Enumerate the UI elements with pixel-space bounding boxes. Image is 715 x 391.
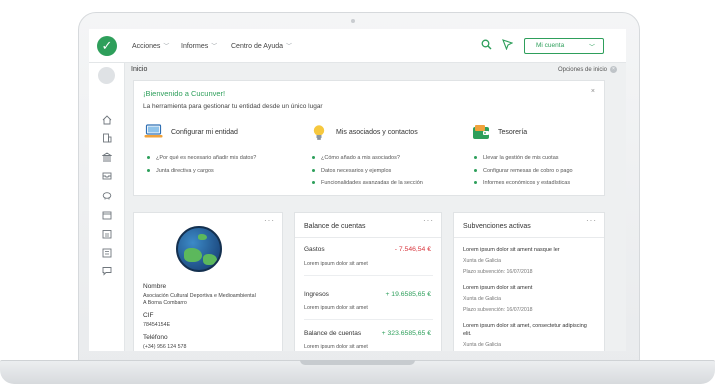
divider: [295, 237, 441, 238]
divider: [304, 319, 433, 320]
card-menu-icon[interactable]: ···: [423, 216, 434, 225]
help-link[interactable]: Informes económicos y estadísticas: [474, 180, 573, 193]
help-link[interactable]: ¿Por qué es necesario añadir mis datos?: [147, 155, 256, 168]
home-options-label: Opciones de inicio: [557, 67, 607, 74]
column-title: Configurar mi entidad: [171, 129, 238, 136]
home-options[interactable]: Opciones de inicio ×: [558, 66, 617, 73]
building-icon[interactable]: [100, 133, 113, 145]
gastos-description: Lorem ipsum dolor sit amet: [304, 261, 368, 267]
top-bar: ✓ Acciones ﹀ Informes ﹀ Centro de Ayuda ﹀ M…: [89, 29, 626, 63]
page-title: Inicio: [131, 66, 148, 73]
help-link[interactable]: Configurar remesas de cobro o pago: [474, 168, 573, 181]
globe-icon: [176, 226, 222, 272]
subsidy-org: Xunta de Galicia: [463, 342, 502, 348]
app-screen: ✓ Acciones ﹀ Informes ﹀ Centro de Ayuda ﹀ M…: [89, 29, 626, 351]
card-title: Subvenciones activas: [463, 223, 531, 230]
laptop-icon: [144, 124, 163, 140]
nombre-label: Nombre: [143, 283, 167, 290]
divider: [454, 237, 604, 238]
home-icon[interactable]: [100, 115, 113, 127]
gastos-label: Gastos: [304, 246, 325, 253]
welcome-title: ¡Bienvenido a Cucunver!: [143, 89, 226, 98]
lightbulb-icon: [309, 124, 328, 140]
telefono-value: (+34) 956 124 578: [143, 344, 187, 350]
piggy-bank-icon[interactable]: [100, 190, 113, 202]
balance-card: Balance de cuentas ··· Gastos - 7.546,54…: [294, 212, 442, 351]
nombre-value-line2: A Borna Combarro: [143, 300, 187, 306]
close-icon[interactable]: ×: [591, 88, 595, 95]
telefono-label: Teléfono: [143, 334, 168, 341]
subsidy-deadline: Plazo subvención: 16/07/2018: [463, 269, 533, 275]
subsidy-deadline: Plazo subvención: 16/07/2018: [463, 307, 533, 313]
welcome-subtitle: La herramienta para gestionar tu entidad…: [143, 103, 323, 110]
nav-informes[interactable]: Informes ﹀: [181, 41, 217, 50]
subsidy-org: Xunta de Galicia: [463, 258, 502, 264]
calendar-icon[interactable]: [100, 210, 113, 222]
ingresos-value: + 19.6585,65 €: [385, 291, 431, 298]
chevron-down-icon: ﹀: [286, 44, 293, 50]
card-menu-icon[interactable]: ···: [586, 216, 597, 225]
nav-acciones[interactable]: Acciones ﹀: [132, 41, 169, 50]
help-link[interactable]: Datos necesarios y ejemplos: [312, 168, 423, 181]
subsidy-title[interactable]: Lorem ipsum dolor sit amet, consectetur …: [463, 322, 593, 338]
ingresos-label: Ingresos: [304, 291, 329, 298]
subsidy-title[interactable]: Lorem ipsum dolor sit ament nasque ler: [463, 246, 593, 254]
nombre-value: Asociación Cultural Deportiva e Medioamb…: [143, 293, 256, 299]
chevron-down-icon: ﹀: [588, 45, 595, 51]
column-title: Mis asociados y contactos: [336, 129, 418, 136]
balance-value: + 323.6585,65 €: [381, 330, 431, 337]
chat-icon[interactable]: [100, 266, 113, 278]
cif-value: 78454154E: [143, 322, 171, 328]
cif-label: CIF: [143, 312, 154, 319]
chevron-down-icon: ﹀: [163, 44, 170, 50]
filter-icon[interactable]: [500, 39, 514, 53]
subsidy-org: Xunta de Galicia: [463, 296, 502, 302]
help-link[interactable]: ¿Cómo añado a mis asociados?: [312, 155, 423, 168]
account-dropdown[interactable]: Mi cuenta ﹀: [524, 38, 604, 54]
entity-card: ··· Nombre Asociación Cultural Deportiva…: [133, 212, 283, 351]
nav-centro-de-ayuda[interactable]: Centro de Ayuda ﹀: [231, 41, 292, 50]
account-label: Mi cuenta: [536, 42, 565, 49]
laptop-notch: [300, 360, 415, 365]
divider: [304, 275, 433, 276]
chevron-down-icon: ﹀: [211, 44, 218, 50]
ingresos-description: Lorem ipsum dolor sit amet: [304, 305, 368, 311]
avatar[interactable]: [98, 67, 115, 84]
card-menu-icon[interactable]: ···: [264, 216, 275, 225]
calendar-list-icon[interactable]: [100, 229, 113, 241]
subsidies-card: Subvenciones activas ··· Lorem ipsum dol…: [453, 212, 605, 351]
search-icon[interactable]: [479, 39, 493, 53]
wallet-icon: [471, 124, 490, 140]
help-link[interactable]: Llevar la gestión de mis cuotas: [474, 155, 573, 168]
column-title: Tesorería: [498, 129, 528, 136]
logo-check-icon[interactable]: ✓: [97, 36, 117, 56]
bank-icon[interactable]: [100, 152, 113, 164]
close-icon[interactable]: ×: [610, 66, 617, 73]
help-link[interactable]: Funcionalidades avanzadas de la sección: [312, 180, 423, 193]
sidebar: [89, 63, 125, 351]
subsidy-title[interactable]: Lorem ipsum dolor sit ament: [463, 284, 593, 292]
balance-label: Balance de cuentas: [304, 330, 362, 337]
list-icon[interactable]: [100, 248, 113, 260]
help-link[interactable]: Junta directiva y cargos: [147, 168, 256, 181]
webcam: [351, 19, 355, 23]
welcome-panel: ¡Bienvenido a Cucunver! La herramienta p…: [133, 80, 605, 196]
balance-description: Lorem ipsum dolor sit amet: [304, 344, 368, 350]
gastos-value: - 7.546,54 €: [394, 246, 431, 253]
inbox-icon[interactable]: [100, 171, 113, 183]
card-title: Balance de cuentas: [304, 223, 366, 230]
